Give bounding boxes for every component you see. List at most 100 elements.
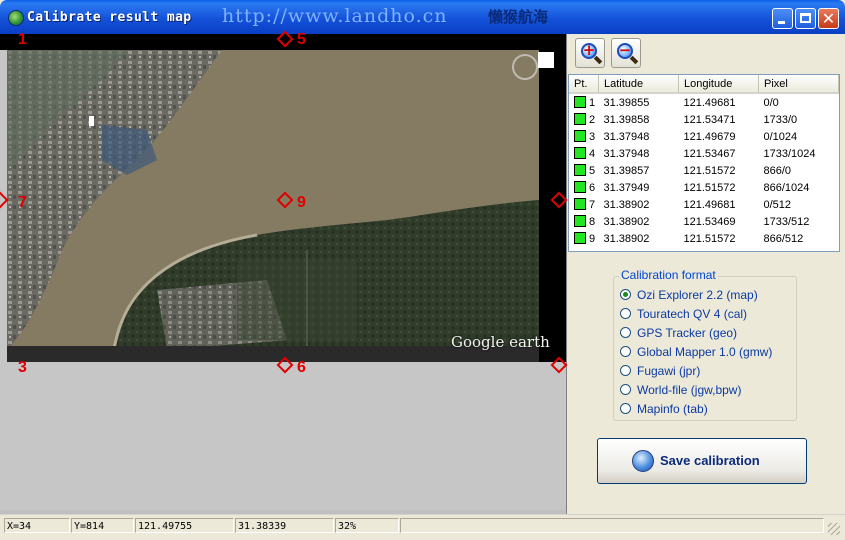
zoom-in-button[interactable]: + xyxy=(575,38,605,68)
column-header-latitude[interactable]: Latitude xyxy=(598,75,679,94)
pt-number: 6 xyxy=(589,182,596,194)
calibration-format-option[interactable]: Fugawi (jpr) xyxy=(620,363,700,379)
calibration-format-option[interactable]: GPS Tracker (geo) xyxy=(620,325,737,341)
marker-5-label: 5 xyxy=(297,31,306,48)
save-globe-icon xyxy=(632,450,654,472)
save-calibration-label: Save calibration xyxy=(660,453,760,468)
point-color-chip-icon xyxy=(574,130,586,142)
calibration-format-option[interactable]: World-file (jgw,bpw) xyxy=(620,382,741,398)
google-earth-watermark: Google earth xyxy=(451,333,550,351)
pt-number: 4 xyxy=(589,148,596,160)
latitude-cell: 31.37948 xyxy=(603,147,650,160)
column-header-pt[interactable]: Pt. xyxy=(569,75,599,94)
table-row[interactable]: 5 31.39857 121.51572 866/0 xyxy=(569,162,839,179)
latitude-cell: 31.38902 xyxy=(603,215,650,228)
resize-grip-icon[interactable] xyxy=(828,523,840,535)
table-row[interactable]: 4 31.37948 121.53467 1733/1024 xyxy=(569,145,839,162)
longitude-cell: 121.49681 xyxy=(683,198,736,211)
map-white-marker-box xyxy=(538,52,554,68)
radio-button-icon[interactable] xyxy=(620,346,631,357)
pt-number: 3 xyxy=(589,131,596,143)
point-color-chip-icon xyxy=(574,164,586,176)
longitude-cell: 121.51572 xyxy=(683,164,736,177)
pixel-cell: 0/512 xyxy=(763,198,792,211)
close-icon: ✕ xyxy=(821,9,836,28)
calibration-format-option[interactable]: Touratech QV 4 (cal) xyxy=(620,306,747,322)
table-row[interactable]: 2 31.39858 121.53471 1733/0 xyxy=(569,111,839,128)
table-row[interactable]: 3 31.37948 121.49679 0/1024 xyxy=(569,128,839,145)
status-bar: X=34 Y=814 121.49755 31.38339 32% xyxy=(0,514,845,540)
radio-button-icon[interactable] xyxy=(620,403,631,414)
pixel-cell: 1733/512 xyxy=(763,215,810,228)
latitude-cell: 31.39857 xyxy=(603,164,650,177)
save-calibration-button[interactable]: Save calibration xyxy=(597,438,807,484)
satellite-map-image[interactable] xyxy=(7,50,539,362)
status-extra xyxy=(400,518,824,533)
calibration-format-option[interactable]: Ozi Explorer 2.2 (map) xyxy=(620,287,758,303)
longitude-cell: 121.53467 xyxy=(683,147,736,160)
title-url-watermark: http://www.landho.cn xyxy=(222,5,448,27)
status-x: X=34 xyxy=(4,518,70,533)
marker-7-label: 7 xyxy=(18,194,27,211)
pt-cell: 4 xyxy=(569,145,599,162)
map-empty-area[interactable] xyxy=(7,362,566,510)
pt-cell: 5 xyxy=(569,162,599,179)
radio-button-icon[interactable] xyxy=(620,308,631,319)
point-color-chip-icon xyxy=(574,198,586,210)
longitude-cell: 121.51572 xyxy=(683,181,736,194)
marker-1-label: 1 xyxy=(18,31,27,48)
close-button[interactable]: ✕ xyxy=(818,8,839,29)
point-color-chip-icon xyxy=(574,96,586,108)
radio-button-icon[interactable] xyxy=(620,327,631,338)
map-right-strip xyxy=(539,50,566,362)
calibration-format-legend: Calibration format xyxy=(619,268,718,282)
latitude-cell: 31.38902 xyxy=(603,232,650,245)
column-header-pixel[interactable]: Pixel xyxy=(758,75,839,94)
point-color-chip-icon xyxy=(574,113,586,125)
longitude-cell: 121.51572 xyxy=(683,232,736,245)
minimize-button[interactable] xyxy=(772,8,793,29)
radio-button-icon[interactable] xyxy=(620,365,631,376)
pixel-cell: 866/1024 xyxy=(763,181,810,194)
title-bar[interactable]: Calibrate result map http://www.landho.c… xyxy=(0,0,845,34)
point-color-chip-icon xyxy=(574,147,586,159)
table-row[interactable]: 6 31.37949 121.51572 866/1024 xyxy=(569,179,839,196)
pixel-cell: 866/512 xyxy=(763,232,804,245)
radio-button-icon[interactable] xyxy=(620,289,631,300)
longitude-cell: 121.49679 xyxy=(683,130,736,143)
pt-cell: 7 xyxy=(569,196,599,213)
latitude-cell: 31.39855 xyxy=(603,96,650,109)
pt-cell: 6 xyxy=(569,179,599,196)
navigation-compass-icon xyxy=(512,54,538,80)
calibration-format-label: GPS Tracker (geo) xyxy=(637,326,738,340)
longitude-cell: 121.49681 xyxy=(683,96,736,109)
table-row[interactable]: 7 31.38902 121.49681 0/512 xyxy=(569,196,839,213)
pt-cell: 1 xyxy=(569,93,599,111)
radio-button-icon[interactable] xyxy=(620,384,631,395)
table-row[interactable]: 8 31.38902 121.53469 1733/512 xyxy=(569,213,839,230)
status-longitude: 121.49755 xyxy=(135,518,234,533)
point-color-chip-icon xyxy=(574,215,586,227)
pt-cell: 3 xyxy=(569,128,599,145)
longitude-cell: 121.53471 xyxy=(683,113,736,126)
pt-number: 9 xyxy=(589,233,596,245)
point-color-chip-icon xyxy=(574,181,586,193)
map-viewport[interactable]: Google earth 1 5 7 9 3 6 xyxy=(0,30,568,514)
status-y: Y=814 xyxy=(71,518,134,533)
calibration-format-label: Global Mapper 1.0 (gmw) xyxy=(637,345,773,359)
table-row[interactable]: 9 31.38902 121.51572 866/512 xyxy=(569,230,839,247)
column-header-longitude[interactable]: Longitude xyxy=(678,75,759,94)
maximize-button[interactable] xyxy=(795,8,816,29)
satellite-map-drawing xyxy=(7,50,539,362)
calibration-format-option[interactable]: Global Mapper 1.0 (gmw) xyxy=(620,344,772,360)
calibration-format-label: Touratech QV 4 (cal) xyxy=(637,307,748,321)
pt-number: 8 xyxy=(589,216,596,228)
calibration-format-option[interactable]: Mapinfo (tab) xyxy=(620,401,708,417)
zoom-out-button[interactable]: − xyxy=(611,38,641,68)
title-brand-watermark: 懒猴航海 xyxy=(488,8,549,26)
pt-number: 7 xyxy=(589,199,596,211)
longitude-cell: 121.53469 xyxy=(683,215,736,228)
latitude-cell: 31.38902 xyxy=(603,198,650,211)
calibration-points-table[interactable]: Pt. Latitude Longitude Pixel 1 31.39855 12… xyxy=(568,74,840,252)
table-row[interactable]: 1 31.39855 121.49681 0/0 xyxy=(569,93,839,111)
